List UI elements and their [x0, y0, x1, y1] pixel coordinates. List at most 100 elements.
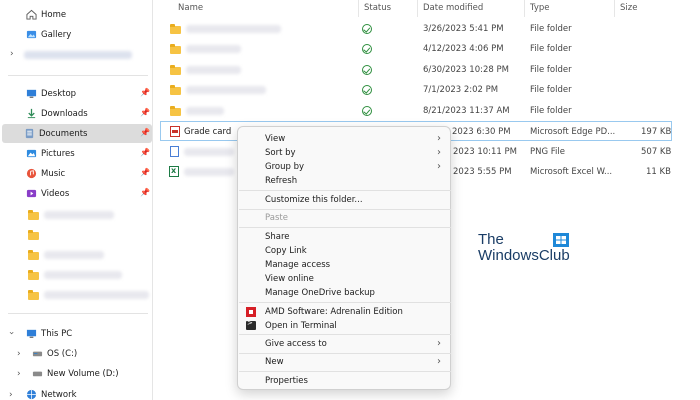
music-icon [26, 168, 37, 179]
column-separator[interactable] [417, 0, 418, 17]
watermark-line-2: WindowsClub [478, 247, 570, 264]
column-header-status[interactable]: Status [364, 3, 391, 13]
menu-item-customize-folder[interactable]: Customize this folder... [238, 193, 450, 207]
sidebar-item-desktop[interactable]: Desktop 📌 [4, 84, 152, 103]
sidebar-item-network[interactable]: Network [4, 385, 152, 400]
column-header-date[interactable]: Date modified [423, 3, 483, 13]
menu-separator [239, 302, 451, 303]
sidebar-item-drive-c[interactable]: OS (C:) [12, 344, 152, 363]
sidebar-item-home[interactable]: Home [4, 5, 152, 24]
menu-item-label: View [265, 134, 286, 144]
sync-status-icon [362, 44, 372, 54]
menu-separator [239, 371, 451, 372]
folder-icon [170, 65, 181, 75]
computer-icon [26, 329, 37, 338]
pictures-icon [26, 149, 37, 158]
sidebar-item-documents[interactable]: Documents 📌 [2, 124, 152, 143]
blurred-item [24, 51, 132, 59]
column-header-type[interactable]: Type [530, 3, 550, 13]
blurred-item [44, 251, 104, 259]
date-cell: 2023 6:30 PM [452, 127, 511, 137]
menu-item-properties[interactable]: Properties [238, 374, 450, 388]
table-row[interactable]: 8/21/2023 11:37 AM File folder [160, 101, 672, 121]
menu-separator [239, 190, 451, 191]
chevron-right-icon: › [437, 338, 441, 349]
pin-icon[interactable]: 📌 [140, 168, 150, 178]
chevron-right-icon: › [437, 147, 441, 158]
date-cell: 6/30/2023 10:28 PM [423, 65, 509, 75]
sidebar-item-videos[interactable]: Videos 📌 [4, 184, 152, 203]
terminal-icon [246, 319, 256, 330]
menu-item-new[interactable]: New › [238, 355, 450, 369]
sidebar-item-label: This PC [41, 329, 73, 339]
date-cell: 8/21/2023 11:37 AM [423, 106, 510, 116]
menu-item-view[interactable]: View › [238, 132, 450, 146]
menu-item-manage-access[interactable]: Manage access [238, 258, 450, 272]
drive-icon [32, 371, 43, 377]
pin-icon[interactable]: 📌 [140, 108, 150, 118]
table-row[interactable]: 7/1/2023 2:02 PM File folder [160, 80, 672, 100]
menu-item-refresh[interactable]: Refresh [238, 174, 450, 188]
sidebar-item-music[interactable]: Music 📌 [4, 164, 152, 183]
chevron-right-icon[interactable]: › [10, 49, 14, 59]
sidebar-item-label: Desktop [41, 89, 77, 99]
blurred-item [44, 291, 149, 299]
divider [8, 75, 148, 76]
menu-item-label: Group by [265, 162, 305, 172]
sidebar-item-label: Network [41, 390, 77, 400]
menu-item-sort-by[interactable]: Sort by › [238, 146, 450, 160]
sidebar-item-label: Music [41, 169, 66, 179]
sidebar-item-label: Home [41, 10, 67, 20]
menu-item-label: Properties [265, 376, 308, 386]
sidebar-item-label: Documents [39, 129, 88, 139]
menu-item-manage-onedrive-backup[interactable]: Manage OneDrive backup [238, 286, 450, 300]
column-header-size[interactable]: Size [620, 3, 637, 13]
menu-item-open-in-terminal[interactable]: Open in Terminal [238, 319, 450, 333]
sync-status-icon [362, 85, 372, 95]
type-cell: File folder [530, 44, 572, 54]
menu-item-label: AMD Software: Adrenalin Edition [265, 307, 403, 317]
menu-item-give-access-to[interactable]: Give access to › [238, 337, 450, 351]
menu-item-label: Sort by [265, 148, 296, 158]
sidebar-item-drive-d[interactable]: New Volume (D:) [12, 364, 152, 383]
pin-icon[interactable]: 📌 [140, 188, 150, 198]
documents-icon [25, 128, 34, 139]
menu-item-amd-software[interactable]: AMD Software: Adrenalin Edition [238, 305, 450, 319]
sidebar-item-label: OS (C:) [47, 349, 78, 359]
menu-item-view-online[interactable]: View online [238, 272, 450, 286]
menu-item-group-by[interactable]: Group by › [238, 160, 450, 174]
image-file-icon [170, 146, 179, 157]
sidebar-item-label: Pictures [41, 149, 75, 159]
excel-file-icon [169, 166, 179, 177]
column-header-name[interactable]: Name [178, 3, 203, 13]
menu-item-label: Paste [265, 213, 288, 223]
pin-icon[interactable]: 📌 [140, 148, 150, 158]
table-row[interactable]: 3/26/2023 5:41 PM File folder [160, 19, 672, 39]
pin-icon[interactable]: 📌 [140, 128, 150, 138]
sidebar-item-label: Gallery [41, 30, 72, 40]
sidebar-item-downloads[interactable]: Downloads 📌 [4, 104, 152, 123]
column-separator[interactable] [614, 0, 615, 17]
column-separator[interactable] [524, 0, 525, 17]
sidebar-item-gallery[interactable]: Gallery [4, 25, 152, 44]
blurred-name [184, 168, 234, 176]
folder-icon [28, 250, 39, 260]
gallery-icon [26, 30, 37, 39]
sidebar-item-this-pc[interactable]: This PC [4, 324, 152, 343]
pdf-file-icon [170, 126, 180, 137]
pin-icon[interactable]: 📌 [140, 88, 150, 98]
folder-icon [170, 85, 181, 95]
divider [8, 313, 148, 314]
table-row[interactable]: 6/30/2023 10:28 PM File folder [160, 60, 672, 80]
type-cell: PNG File [530, 147, 565, 157]
size-cell: 507 KB [641, 147, 672, 157]
network-icon [26, 389, 37, 400]
table-row[interactable]: 4/12/2023 4:06 PM File folder [160, 39, 672, 59]
folder-icon [170, 106, 181, 116]
menu-item-copy-link[interactable]: Copy Link [238, 244, 450, 258]
column-separator[interactable] [358, 0, 359, 17]
menu-item-share[interactable]: Share [238, 230, 450, 244]
sidebar-item-pictures[interactable]: Pictures 📌 [4, 144, 152, 163]
blurred-item [44, 271, 122, 279]
chevron-right-icon: › [437, 161, 441, 172]
